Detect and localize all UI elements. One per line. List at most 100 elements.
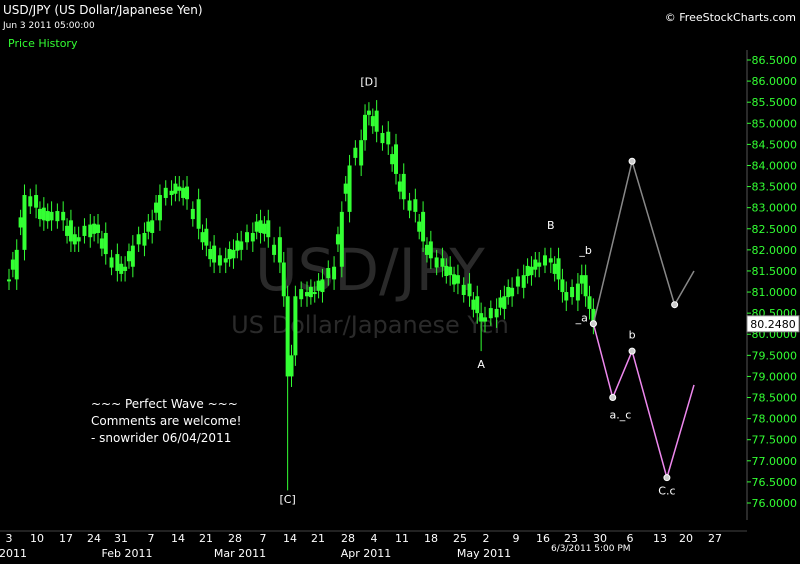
price-bar [88, 224, 93, 238]
price-bar [130, 245, 135, 267]
price-bar [521, 275, 526, 288]
y-tick-label: 82.5000 [752, 223, 798, 236]
price-bar [146, 221, 151, 232]
price-bar [68, 220, 73, 242]
price-bar [548, 258, 553, 263]
chart-area[interactable]: USD/JPY US Dollar/Japanese Yen USD/JPY (… [0, 0, 800, 560]
x-month-label: Mar 2011 [214, 547, 266, 560]
wave-label: b [629, 328, 636, 341]
y-tick-label: 78.5000 [752, 392, 798, 405]
price-bar [587, 296, 592, 309]
price-bar [196, 199, 201, 229]
price-bar [556, 258, 561, 280]
price-bar [332, 266, 337, 280]
last-price-label: 80.2480 [750, 318, 796, 331]
price-bar [401, 173, 406, 200]
price-bar [289, 355, 294, 377]
price-bar [96, 224, 101, 233]
price-bar [537, 262, 542, 267]
x-date-label: 27 [708, 532, 722, 545]
price-bar [92, 223, 97, 234]
price-bar [386, 131, 391, 145]
price-bar [583, 275, 588, 297]
price-bar [76, 237, 81, 242]
price-bar [65, 225, 70, 236]
y-tick-label: 85.0000 [752, 117, 798, 130]
price-bar [266, 220, 271, 238]
price-bar [82, 225, 87, 236]
chart-timestamp: Jun 3 2011 05:00:00 [2, 21, 95, 31]
x-month-label: 2011 [0, 547, 27, 560]
price-bar [552, 263, 557, 274]
x-date-label: 21 [199, 532, 213, 545]
price-bar [502, 296, 507, 309]
price-bar [18, 217, 23, 228]
price-bar [579, 275, 584, 284]
price-bar [347, 165, 352, 212]
price-bar [506, 286, 511, 298]
chart-title: USD/JPY (US Dollar/Japanese Yen) [3, 3, 203, 17]
projection-down-node [609, 394, 617, 402]
price-bar [533, 259, 538, 270]
price-bar [434, 257, 439, 268]
y-tick-label: 78.0000 [752, 413, 798, 426]
price-bar [200, 232, 205, 243]
price-bar [177, 186, 182, 191]
y-tick-label: 77.5000 [752, 434, 798, 447]
y-tick-label: 83.0000 [752, 202, 798, 215]
x-date-label: 18 [424, 532, 438, 545]
x-date-label: 16 [536, 532, 550, 545]
price-bar [212, 245, 217, 263]
price-bar [467, 283, 472, 297]
price-bar [231, 249, 236, 259]
x-date-label: 4 [371, 532, 378, 545]
price-history-label[interactable]: Price History [8, 37, 78, 50]
price-bar [119, 263, 124, 274]
x-date-label: 28 [341, 532, 355, 545]
price-bar [28, 196, 33, 207]
price-bar [250, 232, 255, 242]
price-bar [479, 313, 484, 322]
price-bar [7, 279, 11, 282]
price-chart[interactable]: USD/JPY US Dollar/Japanese Yen USD/JPY (… [0, 0, 800, 560]
price-bar [258, 220, 263, 233]
price-bar [103, 232, 108, 255]
price-bar [424, 244, 429, 255]
x-date-label: 7 [148, 532, 155, 545]
price-bar [142, 232, 147, 246]
price-bar [359, 140, 364, 166]
projection-down-node [628, 347, 636, 355]
price-bar [455, 275, 460, 284]
price-bar [343, 183, 348, 194]
x-date-label: 11 [395, 532, 409, 545]
y-tick-label: 81.5000 [752, 265, 798, 278]
price-bar [488, 308, 493, 319]
wave-label: [C] [280, 493, 296, 506]
watermark-name: US Dollar/Japanese Yen [231, 311, 509, 339]
price-bar [475, 296, 480, 314]
price-bar [326, 267, 331, 279]
price-bar [109, 257, 114, 268]
wave-label: _b [578, 244, 592, 257]
price-bar [34, 195, 39, 208]
price-bar [37, 208, 42, 220]
price-bar [163, 187, 168, 198]
price-bar [494, 308, 499, 318]
price-bar [181, 187, 186, 198]
price-bar [22, 195, 27, 250]
note-line-2: Comments are welcome! [91, 414, 241, 428]
x-month-label: Feb 2011 [102, 547, 153, 560]
price-bar [126, 251, 131, 262]
price-bar [380, 132, 385, 144]
price-bar [204, 228, 209, 246]
x-date-label: 24 [87, 532, 101, 545]
price-bar [239, 241, 244, 250]
wave-label: C.c [658, 485, 675, 498]
price-bar [421, 211, 426, 242]
price-bar [208, 249, 213, 260]
projection-down-node [663, 474, 671, 482]
price-bar [136, 234, 141, 245]
y-tick-label: 84.5000 [752, 138, 798, 151]
x-date-label: 14 [171, 532, 185, 545]
price-bar [312, 292, 317, 295]
